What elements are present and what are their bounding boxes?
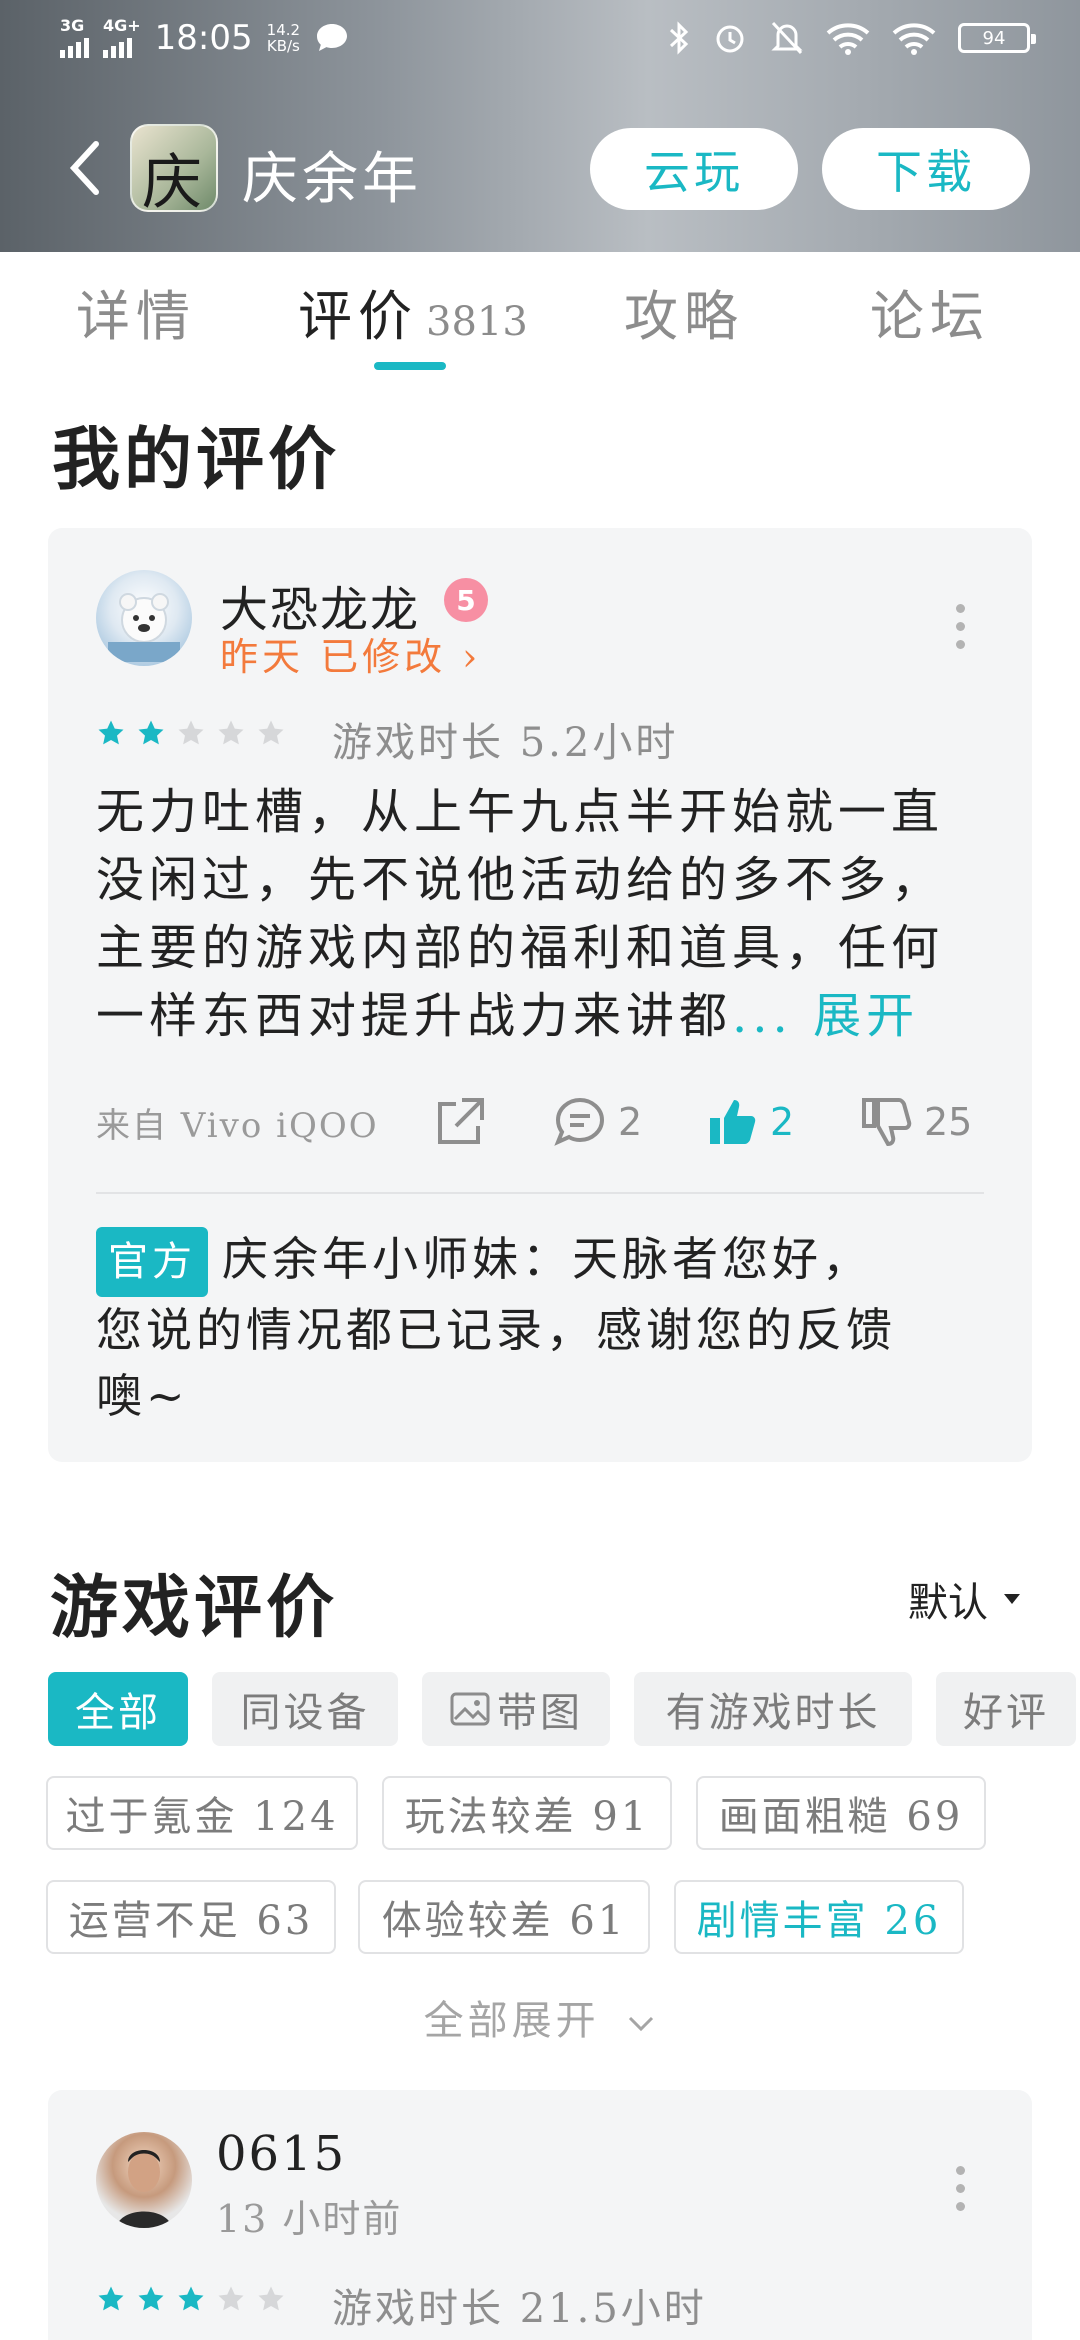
bluetooth-icon <box>669 21 689 55</box>
expand-all-toggle[interactable]: 全部展开 <box>0 1988 1080 2046</box>
star-icon <box>98 720 124 745</box>
network-speed: 14.2 KB/s <box>266 21 301 55</box>
avatar[interactable] <box>96 2132 192 2228</box>
avatar-person-icon <box>116 2150 172 2228</box>
more-options-icon[interactable] <box>956 604 966 649</box>
divider <box>96 1192 984 1194</box>
device-label: 来自 Vivo iQOO <box>96 1106 379 1146</box>
active-tab-indicator <box>374 362 446 370</box>
avatar-bear-icon <box>108 593 180 662</box>
filter-same-device[interactable]: 同设备 <box>212 1672 398 1746</box>
thumbs-up-icon <box>710 1100 756 1144</box>
review-time: 13 小时前 <box>216 2197 403 2241</box>
tag-chip[interactable]: 剧情丰富 26 <box>674 1880 964 1954</box>
more-options-icon[interactable] <box>956 2166 966 2211</box>
star-icon <box>178 2286 204 2311</box>
tag-chip[interactable]: 过于氪金 124 <box>46 1776 358 1850</box>
mute-bell-icon <box>771 21 803 55</box>
tag-chip[interactable]: 画面粗糙 69 <box>696 1776 986 1850</box>
star-icon <box>138 2286 164 2311</box>
star-icon <box>98 2286 124 2311</box>
dropdown-triangle-icon <box>1004 1594 1020 1604</box>
playtime: 游戏时长 5.2小时 <box>332 720 679 766</box>
star-empty-icon <box>258 720 284 745</box>
expand-link[interactable]: 展开 <box>813 988 919 1044</box>
rating-stars <box>96 718 286 748</box>
tab-guides[interactable]: 攻略 <box>624 272 744 351</box>
dislike-count: 25 <box>924 1100 973 1144</box>
my-review-card: 大恐龙龙 5 昨天 已修改 › 游戏时长 5.2小时 无力吐槽，从上午九点半开始… <box>48 528 1032 1462</box>
nav-bar: 庆 庆余年 云玩 下载 <box>0 120 1080 220</box>
official-badge: 官方 <box>96 1227 208 1297</box>
ellipsis: ... <box>732 988 793 1044</box>
back-arrow-icon[interactable] <box>62 138 112 198</box>
avatar[interactable] <box>96 570 192 666</box>
review-card: 0615 13 小时前 游戏时长 21.5小时 <box>48 2090 1032 2340</box>
download-button[interactable]: 下载 <box>822 128 1030 210</box>
official-reply: 官方 庆余年小师妹：天脉者您好， 您说的情况都已记录，感谢您的反馈 噢~ <box>96 1226 996 1429</box>
tab-bar: 详情 评价 3813 攻略 论坛 <box>0 252 1080 372</box>
cloud-play-button[interactable]: 云玩 <box>590 128 798 210</box>
review-count: 3813 <box>426 299 528 345</box>
star-empty-icon <box>218 720 244 745</box>
review-text: 无力吐槽，从上午九点半开始就一直 没闲过，先不说他活动给的多不多， 主要的游戏内… <box>96 784 945 1044</box>
like-count: 2 <box>770 1100 795 1144</box>
alarm-icon <box>716 25 744 53</box>
chevron-down-icon <box>629 2016 654 2032</box>
share-icon <box>438 1098 484 1144</box>
filter-positive[interactable]: 好评 <box>936 1672 1076 1746</box>
chat-bubble-icon <box>317 24 348 51</box>
signal-3g-icon: 3G <box>60 18 89 58</box>
star-empty-icon <box>258 2286 284 2311</box>
wifi-icon <box>826 23 870 55</box>
tab-details[interactable]: 详情 <box>76 272 196 351</box>
like-button[interactable]: 2 <box>704 1094 794 1150</box>
comment-count: 2 <box>618 1100 643 1144</box>
sort-dropdown[interactable]: 默认 <box>908 1570 1022 1628</box>
status-bar: 3G 4G+ 18:05 14.2 KB/s 94 <box>0 0 1080 80</box>
signal-4g-icon: 4G+ <box>103 18 141 58</box>
tag-chip[interactable]: 玩法较差 91 <box>382 1776 672 1850</box>
dislike-button[interactable]: 25 <box>858 1094 972 1150</box>
filter-with-image[interactable]: 带图 <box>422 1672 610 1746</box>
tag-chip[interactable]: 体验较差 61 <box>358 1880 650 1954</box>
wifi-icon-2 <box>892 23 936 55</box>
tab-reviews[interactable]: 评价 3813 <box>298 272 528 351</box>
level-badge: 5 <box>444 578 488 622</box>
reviewer-name[interactable]: 0615 <box>216 2126 346 2182</box>
my-review-title: 我的评价 <box>52 420 341 500</box>
filter-all[interactable]: 全部 <box>48 1672 188 1746</box>
battery-indicator: 94 <box>958 23 1036 53</box>
share-button[interactable] <box>432 1094 488 1150</box>
app-icon: 庆 <box>130 124 218 212</box>
tag-chip[interactable]: 运营不足 63 <box>46 1880 336 1954</box>
comment-icon <box>554 1097 605 1146</box>
chevron-right-icon: › <box>446 635 482 679</box>
page-title: 庆余年 <box>242 147 422 212</box>
rating-stars <box>96 2284 286 2314</box>
filter-with-playtime[interactable]: 有游戏时长 <box>634 1672 912 1746</box>
star-empty-icon <box>218 2286 244 2311</box>
review-time[interactable]: 昨天 已修改 › <box>220 626 481 681</box>
app-header: 3G 4G+ 18:05 14.2 KB/s 94 庆 庆余年 云玩 下载 <box>0 0 1080 252</box>
image-icon <box>450 1692 490 1726</box>
thumbs-down-icon <box>862 1098 912 1147</box>
game-reviews-title: 游戏评价 <box>50 1568 339 1648</box>
tab-forum[interactable]: 论坛 <box>870 272 990 351</box>
star-icon <box>138 720 164 745</box>
clock: 18:05 <box>154 18 253 58</box>
comment-button[interactable]: 2 <box>552 1094 642 1150</box>
star-empty-icon <box>178 720 204 745</box>
playtime: 游戏时长 21.5小时 <box>332 2286 707 2332</box>
